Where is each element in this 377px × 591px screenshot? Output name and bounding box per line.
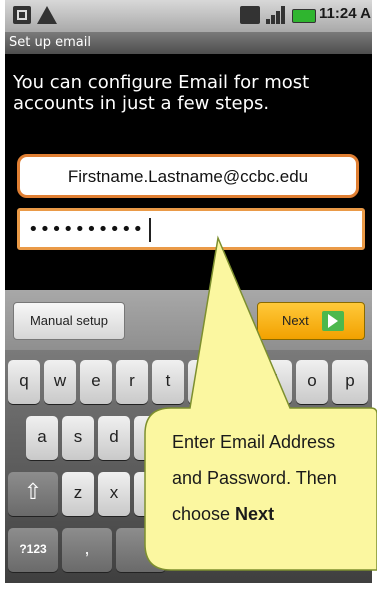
password-field[interactable]: •••••••••• [17, 208, 365, 250]
key-i[interactable]: i [260, 360, 292, 404]
key-w[interactable]: w [44, 360, 76, 404]
key-q[interactable]: q [8, 360, 40, 404]
key-o[interactable]: o [296, 360, 328, 404]
arrow-right-icon [322, 311, 344, 331]
phone-screen: 11:24 AM Set up email You can configure … [5, 0, 372, 583]
mic-key[interactable] [116, 528, 166, 572]
key-t[interactable]: t [152, 360, 184, 404]
key-x[interactable]: x [98, 472, 130, 516]
title-bar: Set up email [5, 32, 372, 54]
page-title: Set up email [9, 35, 91, 50]
next-button[interactable]: Next [257, 302, 365, 340]
symbols-key[interactable]: ?123 [8, 528, 58, 572]
key-z[interactable]: z [62, 472, 94, 516]
email-field[interactable]: Firstname.Lastname@ccbc.edu [17, 154, 359, 198]
intro-text: You can configure Email for most account… [13, 72, 310, 114]
email-value: Firstname.Lastname@ccbc.edu [67, 167, 309, 186]
key-f[interactable]: f [134, 416, 166, 460]
key-r[interactable]: r [116, 360, 148, 404]
status-time: 11:24 AM [319, 5, 372, 22]
key-u[interactable]: u [224, 360, 256, 404]
key-p[interactable]: p [332, 360, 368, 404]
manual-setup-label: Manual setup [29, 313, 109, 328]
signal-icon [266, 6, 286, 24]
key-a[interactable]: a [26, 416, 58, 460]
shift-icon: ⇧ [23, 479, 43, 504]
key-e[interactable]: e [80, 360, 112, 404]
key-c[interactable]: c [134, 472, 166, 516]
status-bar: 11:24 AM [5, 0, 372, 32]
warning-icon [37, 6, 57, 24]
soft-keyboard: q w e r t y u i o p a s d f ⇧ z x c ?123… [5, 350, 372, 583]
next-label: Next [282, 313, 309, 328]
battery-icon [292, 9, 316, 23]
text-cursor [149, 218, 151, 242]
password-value: •••••••••• [28, 219, 145, 240]
shift-key[interactable]: ⇧ [8, 472, 58, 516]
sync-icon [240, 6, 260, 24]
key-d[interactable]: d [98, 416, 130, 460]
sd-card-icon [13, 6, 31, 24]
key-s[interactable]: s [62, 416, 94, 460]
comma-key[interactable]: , [62, 528, 112, 572]
button-panel: Manual setup Next [5, 290, 372, 350]
key-y[interactable]: y [188, 360, 220, 404]
manual-setup-button[interactable]: Manual setup [13, 302, 125, 340]
